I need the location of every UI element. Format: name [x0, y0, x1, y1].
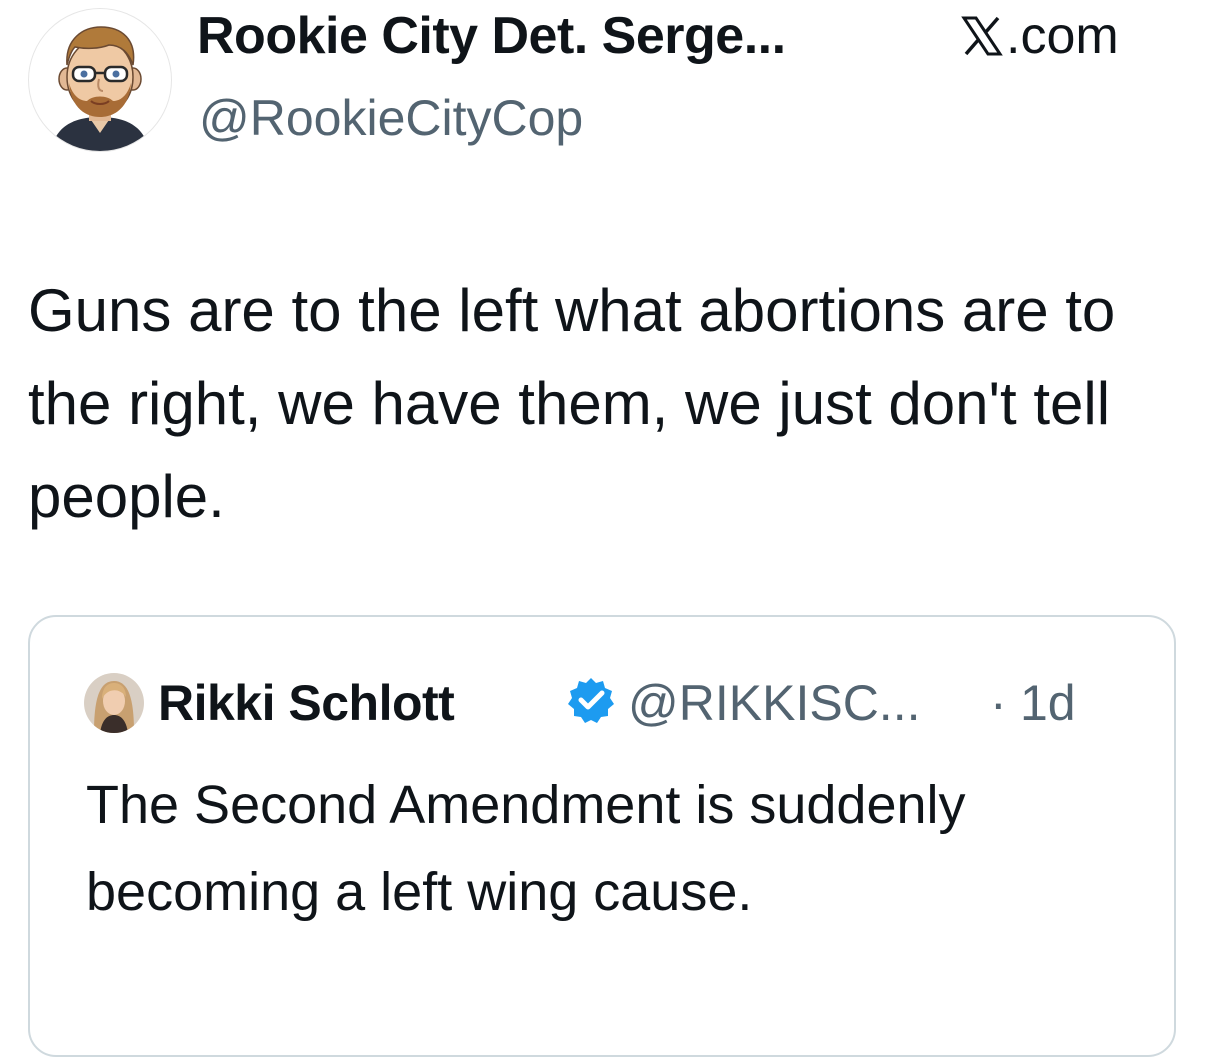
source-label-text: .com	[1006, 7, 1119, 65]
author-handle[interactable]: @RookieCityCop	[199, 88, 583, 148]
quoted-tweet-text: The Second Amendment is suddenly becomin…	[86, 775, 966, 922]
author-avatar[interactable]	[28, 8, 172, 152]
verified-badge-icon	[568, 678, 614, 723]
quoted-timestamp[interactable]: 1d	[1020, 673, 1076, 733]
source-link[interactable]: .com	[960, 6, 1119, 66]
quoted-author-avatar[interactable]	[84, 673, 144, 733]
profile-photo-icon	[84, 673, 144, 733]
cartoon-avatar-icon	[51, 26, 149, 151]
quoted-author-name[interactable]: Rikki Schlott	[158, 673, 455, 733]
tweet-text: Guns are to the left what abortions are …	[28, 277, 1116, 530]
x-logo-icon	[961, 16, 1003, 56]
quoted-tweet-card[interactable]: Rikki Schlott @RIKKISC... · 1d The Secon…	[28, 615, 1176, 1057]
quoted-author-handle[interactable]: @RIKKISC...	[628, 673, 920, 733]
quoted-separator: ·	[990, 675, 1007, 731]
author-name[interactable]: Rookie City Det. Serge...	[197, 6, 786, 66]
